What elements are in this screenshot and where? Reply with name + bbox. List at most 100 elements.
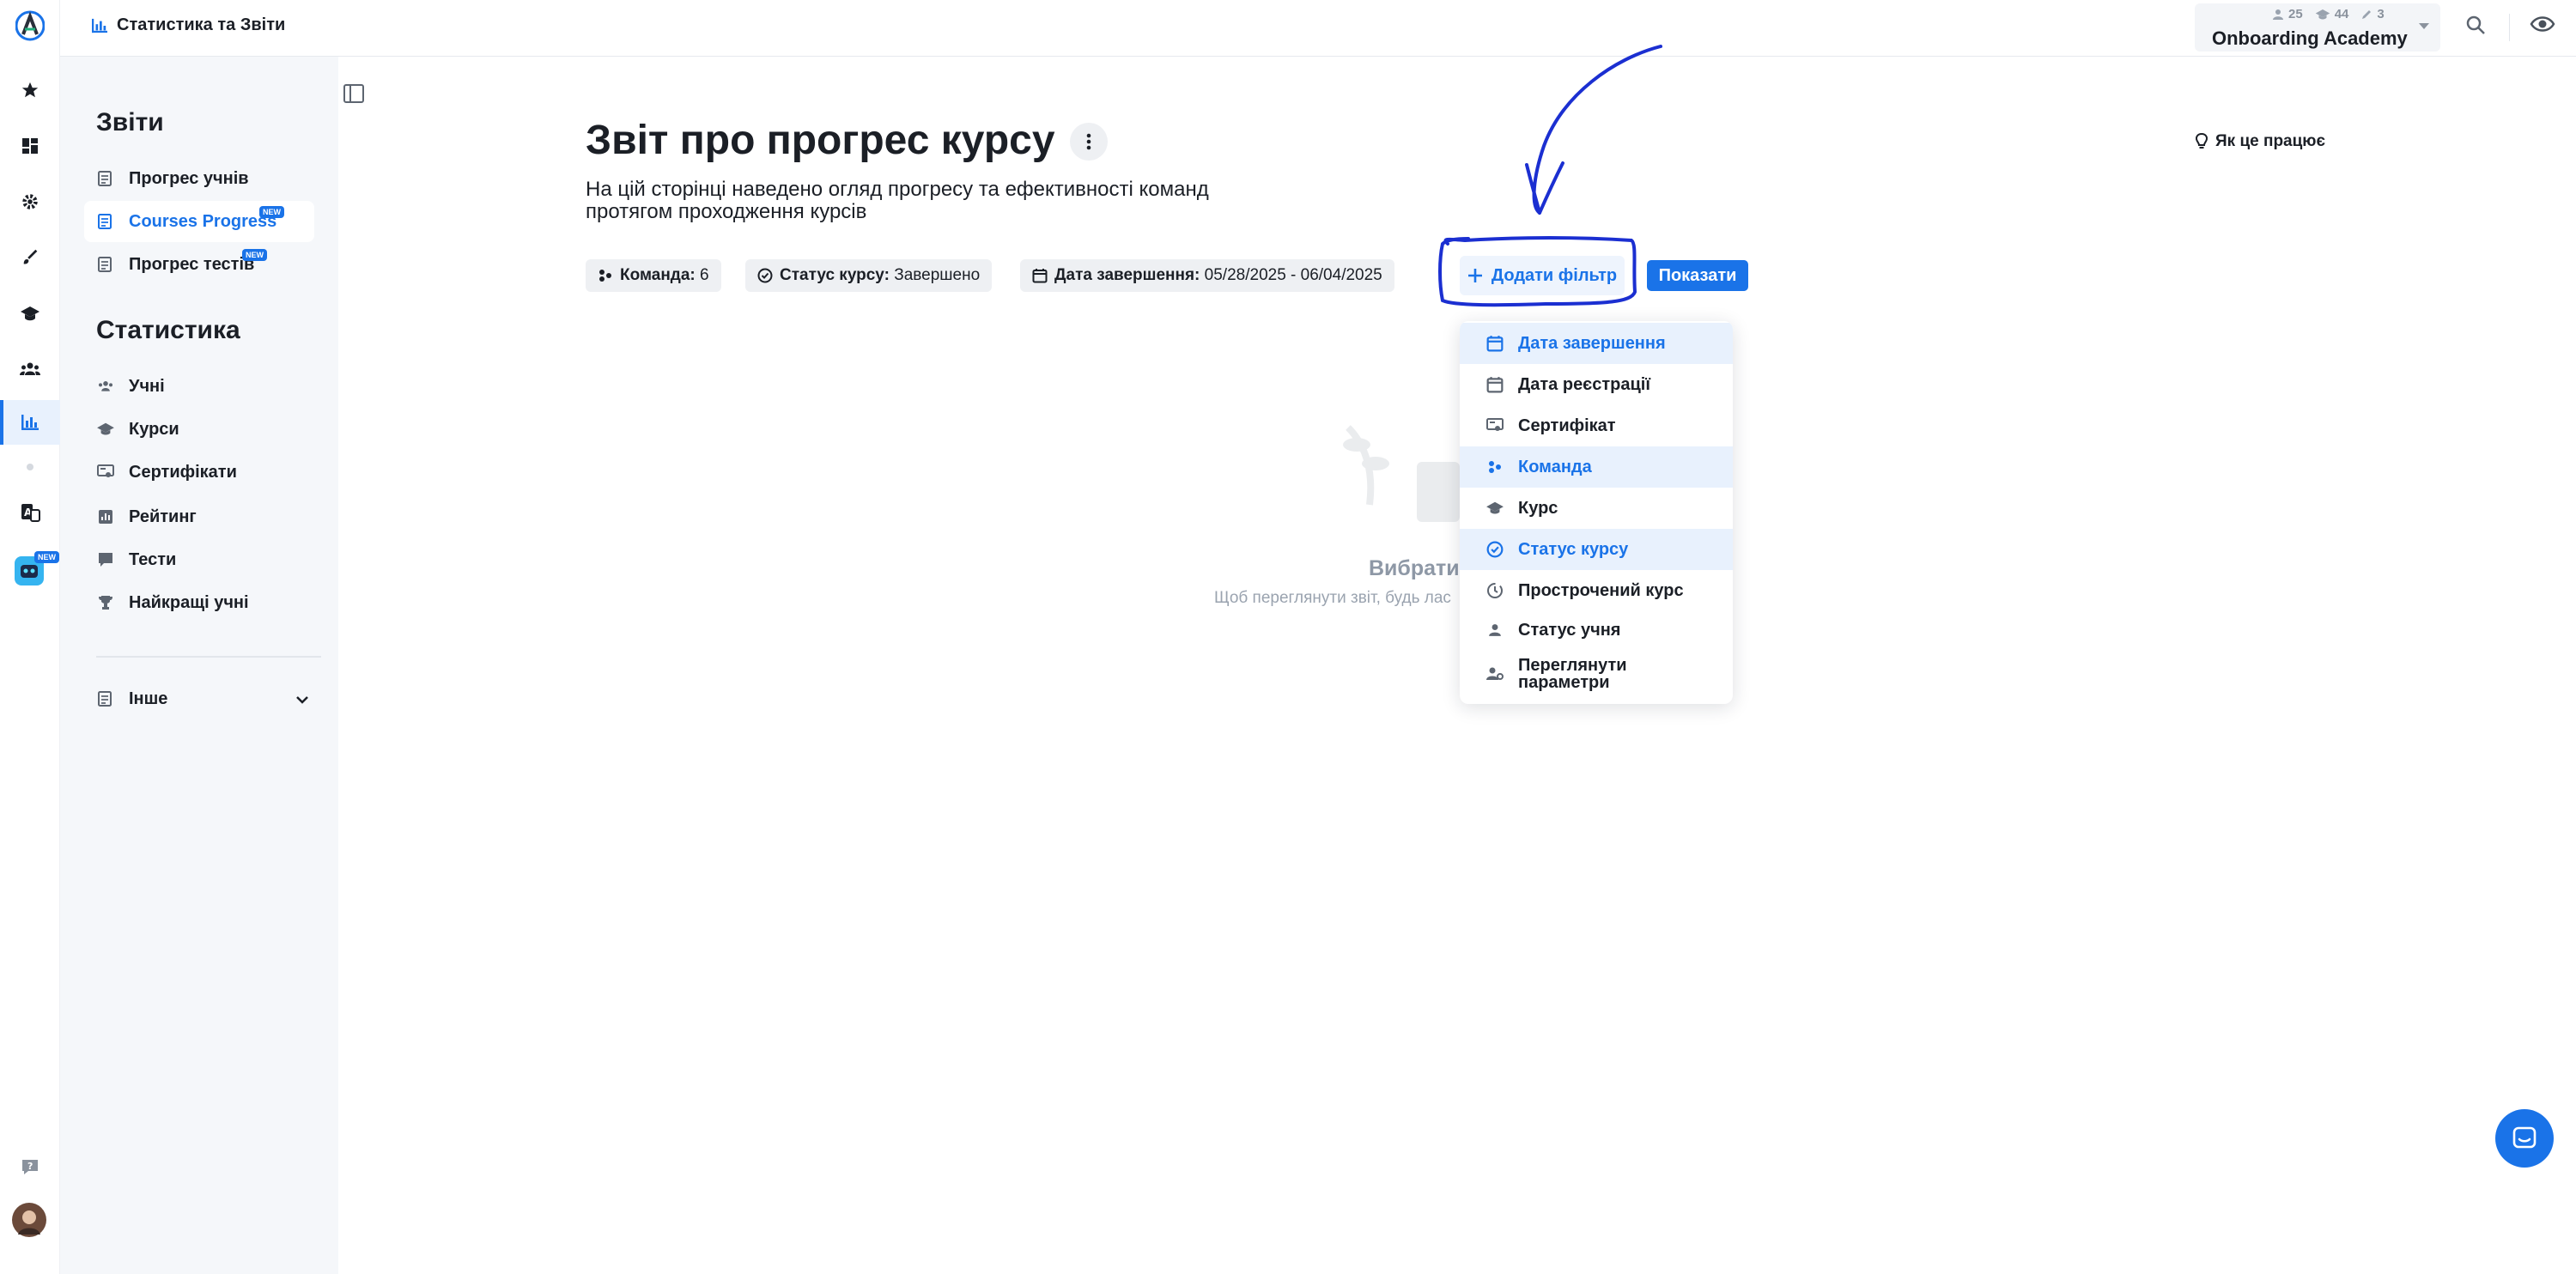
menu-item-view-parameters[interactable]: Переглянути параметри	[1460, 646, 1733, 702]
sidebar-item-students[interactable]: Учні	[84, 366, 314, 407]
sidebar-item-other[interactable]: Інше	[84, 678, 314, 719]
menu-item-course[interactable]: Курс	[1460, 488, 1733, 529]
collapse-sidebar-icon[interactable]	[343, 84, 366, 105]
menu-item-team[interactable]: Команда	[1460, 446, 1733, 488]
calendar-icon	[1485, 334, 1504, 353]
sidebar-item-students-progress[interactable]: Прогрес учнів	[84, 158, 314, 199]
graduation-cap-icon[interactable]	[17, 300, 43, 326]
rating-icon	[96, 507, 115, 526]
sidebar-item-label: Інше	[129, 689, 168, 708]
add-filter-dropdown: Дата завершення Дата реєстрації Сертифік…	[1460, 321, 1733, 704]
menu-item-certificate[interactable]: Сертифікат	[1460, 405, 1733, 446]
menu-item-course-status[interactable]: Статус курсу	[1460, 529, 1733, 570]
eye-icon[interactable]	[2530, 14, 2557, 39]
menu-item-label: Курс	[1518, 498, 1558, 518]
sidebar-item-label: Курси	[129, 419, 179, 439]
team-icon	[1485, 458, 1504, 476]
filter-chip-course-status[interactable]: Статус курсу: Завершено	[745, 259, 993, 292]
sidebar-item-label: Найкращі учні	[129, 592, 249, 612]
sidebar-item-label: Сертифікати	[129, 462, 237, 482]
menu-item-completion-date[interactable]: Дата завершення	[1460, 323, 1733, 364]
menu-item-label: Сертифікат	[1518, 416, 1616, 435]
rail-new-badge: NEW	[34, 551, 59, 563]
icon-rail: A NEW ?	[0, 0, 60, 1274]
new-badge: NEW	[242, 249, 267, 261]
filter-chip-value: Завершено	[894, 266, 981, 284]
statistics-icon[interactable]	[17, 410, 43, 435]
chevron-down-icon	[296, 696, 308, 704]
kebab-icon	[1086, 133, 1091, 150]
sidebar-item-tests[interactable]: Тести	[84, 539, 314, 580]
topbar-divider	[2509, 14, 2510, 41]
courses-count: 44	[2334, 7, 2349, 21]
filter-chip-label: Дата завершення:	[1054, 266, 1200, 284]
sidebar-item-top-students[interactable]: Найкращі учні	[84, 582, 314, 623]
breadcrumb[interactable]: Статистика та Звіти	[91, 15, 285, 35]
menu-item-student-status[interactable]: Статус учня	[1460, 610, 1733, 651]
sidebar-item-label: Прогрес тестів	[129, 254, 255, 274]
sidebar-item-tests-progress[interactable]: Прогрес тестів	[84, 244, 314, 285]
empty-state-illustration	[1322, 410, 1460, 531]
certificate-icon	[96, 463, 115, 482]
menu-item-overdue-course[interactable]: Прострочений курс	[1460, 570, 1733, 611]
how-it-works-label: Як це працює	[2215, 132, 2326, 150]
menu-item-label-line2: параметри	[1518, 673, 1610, 692]
person-icon	[1485, 621, 1504, 640]
page-title: Звіт про прогрес курсу	[586, 118, 1055, 163]
statistics-heading: Статистика	[96, 316, 240, 344]
brush-icon[interactable]	[17, 245, 43, 270]
filter-chip-value: 05/28/2025 - 06/04/2025	[1204, 266, 1382, 284]
search-icon[interactable]	[2464, 14, 2490, 39]
more-options-button[interactable]	[1070, 123, 1108, 161]
menu-item-label: Дата реєстрації	[1518, 374, 1650, 394]
chat-launcher-button[interactable]	[2495, 1109, 2554, 1168]
reports-heading: Звіти	[96, 108, 164, 136]
top-bar: Статистика та Звіти 25 44 3 Onboarding A…	[60, 0, 2576, 57]
calendar-icon	[1485, 375, 1504, 394]
dashboard-icon[interactable]	[17, 133, 43, 159]
report-icon	[96, 212, 115, 231]
annotation-arrow-head	[1525, 161, 1564, 215]
report-icon	[96, 689, 115, 708]
menu-item-label: Команда	[1518, 457, 1592, 476]
translate-icon[interactable]: A	[17, 500, 43, 525]
breadcrumb-title: Статистика та Звіти	[117, 15, 286, 34]
empty-state-text: Щоб переглянути звіт, будь лас	[1214, 589, 1451, 607]
course-icon	[1485, 499, 1504, 518]
user-avatar[interactable]	[11, 1202, 47, 1238]
app-logo-icon[interactable]	[15, 10, 45, 41]
clock-icon	[1485, 581, 1504, 600]
star-icon[interactable]	[17, 77, 43, 103]
menu-item-registration-date[interactable]: Дата реєстрації	[1460, 364, 1733, 405]
certificate-icon	[1485, 416, 1504, 435]
sidebar-item-courses[interactable]: Курси	[84, 409, 314, 450]
filter-chip-label: Статус курсу:	[780, 266, 890, 284]
filter-chip-team[interactable]: Команда: 6	[586, 259, 721, 292]
sidebar-item-certificates[interactable]: Сертифікати	[84, 452, 314, 493]
report-icon	[96, 255, 115, 274]
sidebar-item-rating[interactable]: Рейтинг	[84, 496, 314, 537]
empty-state-title: Вибрати	[1369, 556, 1460, 580]
group-icon[interactable]	[17, 356, 43, 382]
check-circle-icon	[757, 268, 773, 283]
filter-chip-completion-date[interactable]: Дата завершення: 05/28/2025 - 06/04/2025	[1020, 259, 1394, 292]
team-icon	[599, 270, 611, 282]
check-circle-icon	[1485, 540, 1504, 559]
sidebar-item-label: Учні	[129, 376, 165, 396]
calendar-icon	[1032, 269, 1048, 283]
svg-text:?: ?	[27, 1161, 33, 1172]
statistics-icon	[91, 18, 108, 33]
annotation-overlay	[1438, 45, 1662, 307]
help-icon[interactable]: ?	[17, 1154, 43, 1180]
annotation-circle	[1438, 236, 1637, 307]
gear-icon[interactable]	[17, 189, 43, 215]
page-subtitle: На цій сторінці наведено огляд прогресу …	[586, 178, 1209, 223]
menu-item-label: Статус курсу	[1518, 539, 1629, 559]
menu-item-label: Переглянути параметри	[1518, 657, 1627, 691]
chat-icon	[2512, 1126, 2537, 1149]
menu-item-label: Дата завершення	[1518, 333, 1666, 353]
test-icon	[96, 550, 115, 569]
menu-item-label: Статус учня	[1518, 620, 1621, 640]
how-it-works-link[interactable]: Як це працює	[2195, 132, 2325, 151]
account-switcher[interactable]: 25 44 3 Onboarding Academy	[2195, 3, 2440, 52]
